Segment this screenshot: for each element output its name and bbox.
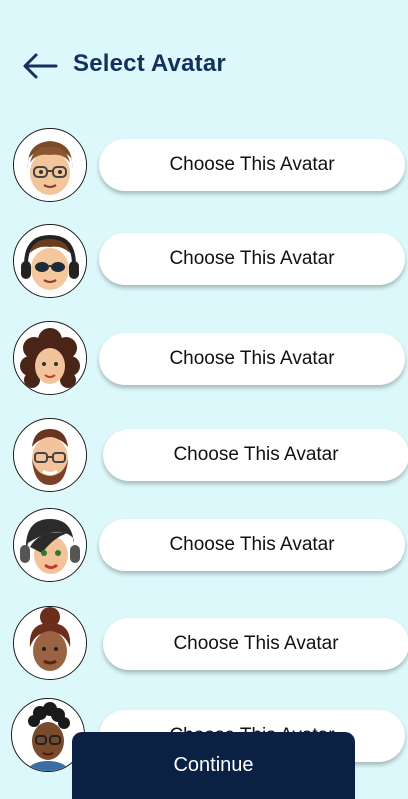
page-title: Select Avatar	[73, 50, 226, 77]
avatar-option: Choose This Avatar	[0, 216, 408, 306]
avatar-option: Choose This Avatar	[0, 598, 408, 688]
arrow-left-icon	[23, 53, 58, 79]
avatar-headphones-sunglasses-icon[interactable]	[13, 224, 87, 298]
choose-avatar-button[interactable]: Choose This Avatar	[99, 519, 405, 571]
avatar-option: Choose This Avatar	[0, 313, 408, 403]
avatar-option: Choose This Avatar	[0, 500, 408, 590]
avatar-option: Choose This Avatar	[0, 120, 408, 210]
app-header: Select Avatar	[0, 0, 408, 130]
avatar-bun-hair-woman-icon[interactable]	[13, 606, 87, 680]
choose-avatar-button[interactable]: Choose This Avatar	[103, 618, 408, 670]
choose-avatar-button[interactable]: Choose This Avatar	[99, 233, 405, 285]
back-button[interactable]	[22, 52, 58, 80]
choose-avatar-button[interactable]: Choose This Avatar	[99, 139, 405, 191]
avatar-option: Choose This Avatar	[0, 410, 408, 500]
avatar-headphones-woman-icon[interactable]	[13, 508, 87, 582]
avatar-curly-hair-woman-icon[interactable]	[13, 321, 87, 395]
continue-button[interactable]: Continue	[72, 732, 355, 799]
choose-avatar-button[interactable]: Choose This Avatar	[99, 333, 405, 385]
avatar-beard-glasses-man-icon[interactable]	[13, 418, 87, 492]
choose-avatar-button[interactable]: Choose This Avatar	[103, 429, 408, 481]
avatar-glasses-man-icon[interactable]	[13, 128, 87, 202]
